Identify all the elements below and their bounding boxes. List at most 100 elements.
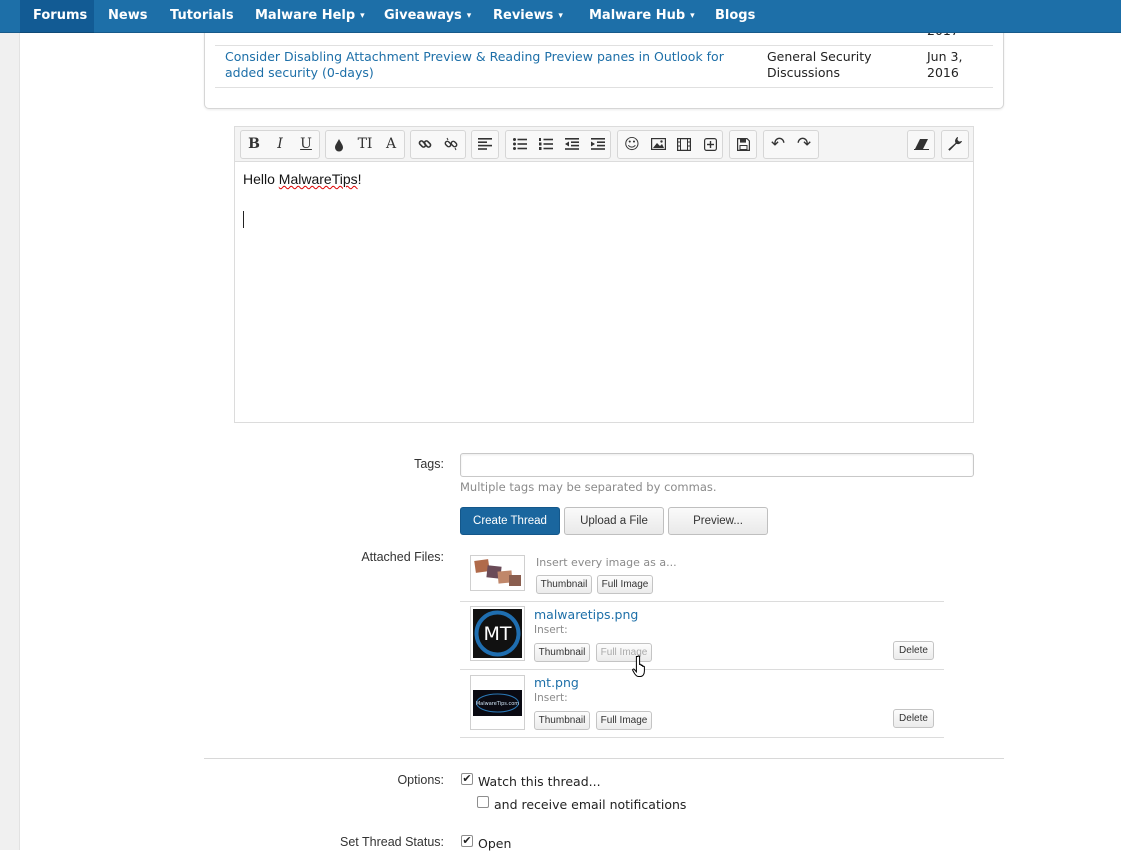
eraser-group: [907, 130, 935, 159]
tab-blogs-label: Blogs: [715, 8, 756, 23]
tab-blogs[interactable]: Blogs: [715, 0, 755, 33]
save-icon[interactable]: [730, 131, 756, 158]
chevron-down-icon: ▾: [466, 11, 472, 21]
tab-malware-hub[interactable]: Malware Hub ▾: [589, 0, 695, 33]
message-editor: B I U TI A ☺ ↶ ↷ Hello MalwareTips!: [234, 126, 974, 423]
row-divider: [215, 45, 993, 46]
chevron-down-icon: ▾: [690, 11, 695, 21]
editor-text-suffix: !: [357, 171, 362, 187]
attached-files-label: Attached Files:: [361, 550, 444, 564]
attachment-thumbnail[interactable]: MalwareTips.com: [470, 675, 525, 730]
insert-group: ☺: [617, 130, 723, 159]
wrench-icon[interactable]: [942, 131, 968, 158]
link-icon[interactable]: [412, 131, 438, 158]
attachment-divider: [460, 669, 944, 670]
tab-giveaways[interactable]: Giveaways ▾: [384, 0, 471, 33]
insert-thumbnail-button[interactable]: Thumbnail: [534, 643, 590, 662]
attachment-insert-label: Insert:: [534, 624, 568, 636]
upload-file-button[interactable]: Upload a File: [564, 507, 664, 535]
similar-threads-box: 2017 Consider Disabling Attachment Previ…: [204, 20, 1004, 109]
indent-icon[interactable]: [585, 131, 611, 158]
film-icon[interactable]: [671, 131, 697, 158]
tags-label: Tags:: [414, 457, 444, 471]
font-size-button[interactable]: TI: [352, 131, 378, 158]
italic-button[interactable]: I: [267, 131, 293, 158]
delete-attachment-button[interactable]: Delete: [893, 641, 934, 660]
attachment-divider: [460, 737, 944, 738]
font-family-button[interactable]: A: [378, 131, 404, 158]
editor-toolbar: B I U TI A ☺ ↶ ↷: [235, 127, 973, 162]
thread-status-label: Set Thread Status:: [340, 835, 444, 849]
thread-forum-link[interactable]: General Security Discussions: [767, 49, 897, 81]
tab-news[interactable]: News: [108, 0, 147, 33]
outdent-icon[interactable]: [559, 131, 585, 158]
open-status-label: Open: [478, 836, 512, 851]
email-notifications-label: and receive email notifications: [494, 797, 687, 812]
insert-all-text: Insert every image as a...: [536, 556, 677, 569]
history-group: ↶ ↷: [763, 130, 819, 159]
link-group: [410, 130, 466, 159]
text-cursor: [243, 211, 244, 228]
save-group: [729, 130, 757, 159]
insert-thumbnail-button[interactable]: Thumbnail: [534, 711, 590, 730]
options-label: Options:: [397, 773, 444, 787]
tab-giveaways-label: Giveaways: [384, 8, 462, 23]
list-group: [505, 130, 611, 159]
image-icon[interactable]: [645, 131, 671, 158]
eraser-icon[interactable]: [908, 131, 934, 158]
create-thread-button[interactable]: Create Thread: [460, 507, 560, 535]
row-divider: [215, 87, 993, 88]
top-navigation: Forums News Tutorials Malware Help ▾ Give…: [0, 0, 1121, 33]
tab-tutorials-label: Tutorials: [170, 8, 234, 23]
section-divider: [204, 758, 1004, 759]
chevron-down-icon: ▾: [360, 11, 365, 21]
hand-cursor-icon: [632, 655, 645, 677]
delete-attachment-button[interactable]: Delete: [893, 709, 934, 728]
tab-malware-hub-label: Malware Hub: [589, 8, 686, 23]
watch-thread-label: Watch this thread...: [478, 774, 601, 789]
email-notifications-checkbox[interactable]: [477, 796, 489, 808]
undo-icon[interactable]: ↶: [765, 131, 791, 158]
smiley-icon[interactable]: ☺: [619, 131, 645, 158]
unlink-icon[interactable]: [438, 131, 464, 158]
insert-full-image-button[interactable]: Full Image: [596, 711, 652, 730]
tab-malware-help-label: Malware Help: [255, 8, 356, 23]
underline-button[interactable]: U: [293, 131, 319, 158]
font-group: TI A: [325, 130, 405, 159]
watch-thread-checkbox[interactable]: ✔: [461, 773, 473, 785]
editor-text-prefix: Hello: [243, 171, 279, 187]
misspelled-word: MalwareTips: [278, 171, 358, 187]
tab-reviews-label: Reviews: [493, 8, 554, 23]
insert-icon[interactable]: [697, 131, 723, 158]
bullet-list-icon[interactable]: [507, 131, 533, 158]
attachment-name-link[interactable]: malwaretips.png: [534, 607, 638, 622]
tab-reviews[interactable]: Reviews ▾: [493, 0, 563, 33]
tags-input[interactable]: [460, 453, 974, 477]
tab-forums[interactable]: Forums: [20, 0, 94, 33]
numbered-list-icon[interactable]: [533, 131, 559, 158]
attachment-name-link[interactable]: mt.png: [534, 675, 579, 690]
thumbnail-logo-text: MT: [484, 623, 512, 645]
open-status-checkbox[interactable]: ✔: [461, 835, 473, 847]
thread-title-link[interactable]: Consider Disabling Attachment Preview & …: [225, 49, 745, 81]
preview-button[interactable]: Preview...: [668, 507, 768, 535]
thread-date: Jun 3, 2016: [927, 49, 963, 80]
chevron-down-icon: ▾: [558, 11, 563, 21]
align-group: [471, 130, 499, 159]
tab-tutorials[interactable]: Tutorials: [170, 0, 234, 33]
text-style-group: B I U: [240, 130, 320, 159]
tab-news-label: News: [108, 8, 148, 23]
page-left-gutter: [0, 0, 20, 850]
align-left-icon[interactable]: [472, 131, 498, 158]
attachment-insert-label: Insert:: [534, 692, 568, 704]
insert-all-full-image-button[interactable]: Full Image: [597, 575, 653, 594]
attachment-divider: [460, 601, 944, 602]
redo-icon[interactable]: ↷: [791, 131, 817, 158]
tab-malware-help[interactable]: Malware Help ▾: [255, 0, 365, 33]
attachment-thumbnail[interactable]: MT: [470, 606, 525, 661]
thumbnail-logo-text: MalwareTips.com: [476, 701, 519, 707]
droplet-icon[interactable]: [326, 131, 352, 158]
editor-text[interactable]: Hello MalwareTips!: [243, 171, 362, 187]
insert-all-thumbnail-button[interactable]: Thumbnail: [536, 575, 592, 594]
bold-button[interactable]: B: [241, 131, 267, 158]
